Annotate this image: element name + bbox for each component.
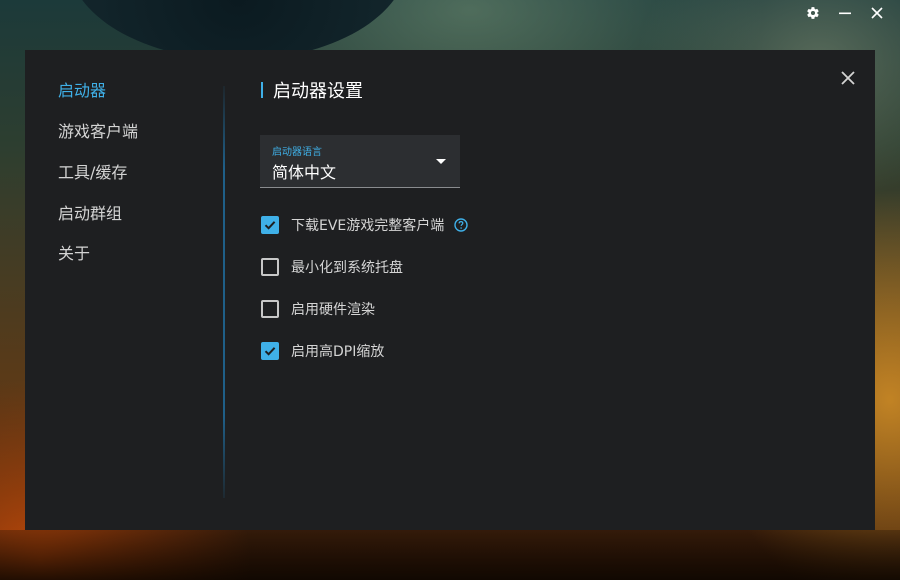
- option-label: 下载EVE游戏完整客户端: [291, 218, 445, 234]
- page-title: 启动器设置: [261, 77, 363, 103]
- option-high-dpi-scaling[interactable]: 启用高DPI缩放: [261, 341, 384, 361]
- title-accent-bar: [261, 82, 263, 98]
- close-icon: [841, 71, 855, 85]
- option-hardware-rendering[interactable]: 启用硬件渲染: [261, 299, 375, 319]
- language-select[interactable]: 启动器语言 简体中文: [260, 135, 460, 188]
- gear-icon: [807, 7, 819, 19]
- minimize-icon: [839, 12, 851, 15]
- sidebar-item-tools-cache[interactable]: 工具/缓存: [58, 159, 127, 183]
- help-icon[interactable]: [454, 218, 468, 232]
- option-minimize-to-tray[interactable]: 最小化到系统托盘: [261, 257, 403, 277]
- checkmark-icon: [264, 347, 276, 356]
- option-label: 启用硬件渲染: [291, 302, 375, 318]
- sidebar-item-game-client[interactable]: 游戏客户端: [58, 118, 138, 142]
- window-close-button[interactable]: [868, 4, 886, 22]
- language-select-value: 简体中文: [272, 163, 337, 182]
- checkbox-download-full-client[interactable]: [261, 216, 279, 234]
- sidebar-divider: [223, 86, 225, 498]
- window-controls: [804, 4, 886, 22]
- checkbox-hardware-rendering[interactable]: [261, 300, 279, 318]
- page-title-text: 启动器设置: [273, 81, 363, 102]
- checkbox-high-dpi-scaling[interactable]: [261, 342, 279, 360]
- option-download-full-client[interactable]: 下载EVE游戏完整客户端: [261, 215, 468, 235]
- option-label: 最小化到系统托盘: [291, 260, 403, 276]
- sidebar-item-launcher[interactable]: 启动器: [58, 77, 106, 101]
- settings-sidebar: 启动器 游戏客户端 工具/缓存 启动群组 关于: [25, 50, 225, 500]
- close-settings-button[interactable]: [840, 70, 858, 88]
- settings-button[interactable]: [804, 4, 822, 22]
- sidebar-item-launch-groups[interactable]: 启动群组: [58, 200, 122, 224]
- minimize-button[interactable]: [836, 4, 854, 22]
- chevron-down-icon: [436, 159, 446, 164]
- checkbox-minimize-to-tray[interactable]: [261, 258, 279, 276]
- language-select-label: 启动器语言: [272, 147, 322, 158]
- background-bottom-shade: [0, 530, 900, 580]
- option-label: 启用高DPI缩放: [291, 344, 385, 360]
- close-icon: [871, 7, 883, 19]
- settings-panel: 启动器 游戏客户端 工具/缓存 启动群组 关于 启动器设置 启动器语言 简体中文…: [25, 50, 875, 530]
- checkmark-icon: [264, 221, 276, 230]
- sidebar-item-about[interactable]: 关于: [58, 240, 90, 264]
